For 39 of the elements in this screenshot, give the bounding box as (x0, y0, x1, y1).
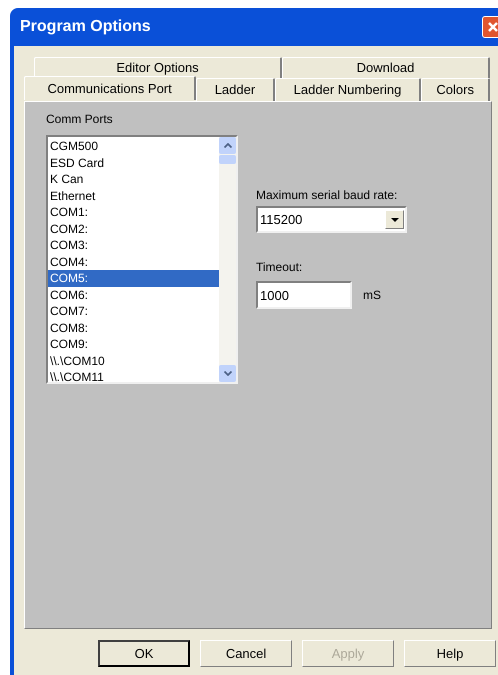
tab[interactable]: Ladder (196, 78, 275, 101)
timeout-unit: mS (363, 287, 381, 304)
close-button[interactable] (482, 16, 498, 38)
list-item[interactable]: \\.\COM11 (48, 369, 219, 386)
comm-ports-label: Comm Ports (46, 111, 114, 127)
list-item[interactable]: COM2: (48, 220, 219, 237)
list-item[interactable]: COM6: (48, 286, 219, 303)
list-item[interactable]: CGM500 (48, 138, 219, 154)
list-item[interactable]: ESD Card (48, 154, 219, 171)
list-item[interactable]: K Can (48, 171, 219, 188)
dialog-button[interactable]: Cancel (200, 640, 292, 667)
scroll-down-button[interactable] (219, 365, 236, 382)
scroll-thumb[interactable] (219, 155, 236, 164)
list-item[interactable]: COM5: (48, 270, 219, 286)
list-item[interactable]: COM8: (48, 320, 219, 336)
scrollbar[interactable] (219, 137, 236, 382)
timeout-field[interactable]: 1000 (256, 281, 352, 309)
list-item[interactable]: Ethernet (48, 188, 219, 204)
list-item[interactable]: COM1: (48, 204, 219, 220)
list-item[interactable]: COM3: (48, 237, 219, 254)
close-icon (487, 21, 498, 33)
dropdown-arrow-icon (390, 218, 398, 222)
timeout-label: Timeout: (256, 259, 304, 275)
window-title: Program Options (20, 17, 151, 37)
baud-rate-label: Maximum serial baud rate: (256, 187, 398, 203)
dialog-button[interactable]: OK (98, 640, 190, 667)
tab[interactable]: Colors (421, 78, 490, 101)
tab[interactable]: Ladder Numbering (274, 78, 422, 101)
list-item[interactable]: COM9: (48, 336, 219, 352)
list-item[interactable]: COM7: (48, 303, 219, 320)
tab[interactable]: Editor Options (34, 57, 282, 78)
scroll-up-button[interactable] (219, 137, 236, 154)
tab[interactable]: Communications Port (24, 76, 196, 100)
comm-ports-list[interactable]: CGM500 ESD Card K Can Ethernet COM1: COM2: COM3: COM4: COM5: COM6: COM7: COM8: COM9: \\.\COM10 \\.\COM11 (46, 135, 238, 384)
list-item[interactable]: \\.\COM10 (48, 352, 219, 369)
tab[interactable]: Download (282, 57, 490, 78)
dialog-button[interactable]: Help (404, 640, 496, 667)
baud-rate-dropdown[interactable]: 115200 (256, 206, 407, 233)
list-item[interactable]: COM4: (48, 254, 219, 270)
